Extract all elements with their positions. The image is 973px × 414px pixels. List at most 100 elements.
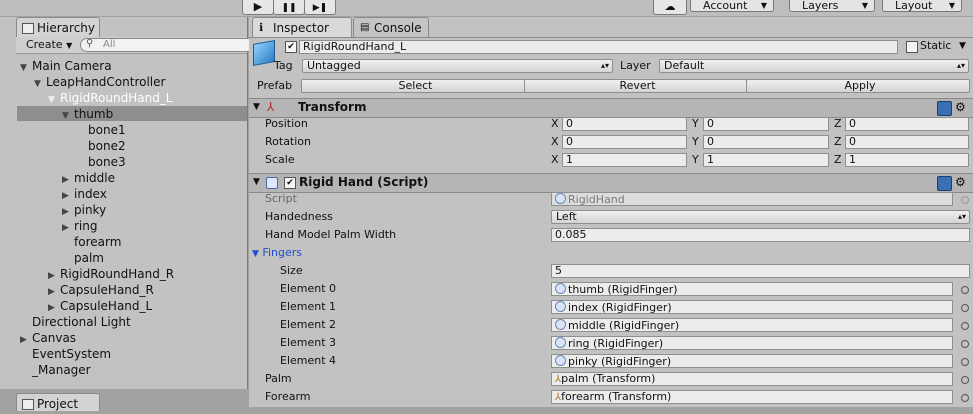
axis-z-label[interactable]: Z [834,135,842,149]
palm-width-label: Hand Model Palm Width [265,228,397,241]
fold-open-icon[interactable]: ▼ [34,76,46,92]
static-dropdown-icon[interactable]: ▼ [959,41,966,51]
rigid-hand-enabled-checkbox[interactable]: ✔ [284,177,296,189]
hierarchy-item-manager[interactable]: _Manager [32,362,91,378]
palm-width-field[interactable]: 0.085 [551,228,970,242]
axis-z-label[interactable]: Z [834,117,842,131]
play-button[interactable]: ▶ [242,0,274,15]
hierarchy-item-bone3[interactable]: bone3 [88,154,126,170]
axis-y-label[interactable]: Y [692,153,699,167]
hierarchy-item-leaphandcontroller[interactable]: ▼ LeapHandController [34,74,165,90]
create-button[interactable]: Create ▼ [22,38,76,52]
handedness-dropdown[interactable]: Left ▴▾ [551,210,970,224]
cloud-button[interactable]: ☁ [653,0,687,15]
fold-open-icon[interactable]: ▼ [20,60,32,76]
rigid-hand-component-header[interactable]: ▼ ✔ Rigid Hand (Script) ⚙ [249,173,973,193]
axis-y-label[interactable]: Y [692,117,699,131]
hierarchy-item-capsulehand-l[interactable]: ▶ CapsuleHand_L [48,298,152,314]
hierarchy-item-rigidroundhand-l[interactable]: ▼ RigidRoundHand_L [48,90,173,106]
help-book-icon[interactable] [937,101,952,116]
account-dropdown[interactable]: Account ▼ [690,0,774,12]
object-picker-icon[interactable] [961,322,969,330]
prefab-revert-button[interactable]: Revert [524,79,747,93]
object-name-input[interactable]: RigidRoundHand_L [299,40,898,54]
hierarchy-item-middle[interactable]: ▶ middle [62,170,115,186]
forearm-field[interactable]: ⅄forearm (Transform) [551,390,953,404]
axis-x-label[interactable]: X [551,153,559,167]
scale-y-field[interactable]: 1 [703,153,829,167]
tab-project[interactable]: Project [16,393,100,411]
hierarchy-item-directional-light[interactable]: Directional Light [32,314,131,330]
fingers-size-field[interactable]: 5 [551,264,970,278]
script-ref-icon [555,319,566,330]
object-picker-icon[interactable] [961,394,969,402]
hierarchy-item-label: ring [74,219,98,233]
position-x-field[interactable]: 0 [562,117,687,131]
hierarchy-item-label: middle [74,171,115,185]
element-0-field[interactable]: thumb (RigidFinger) [551,282,953,296]
rotation-x-field[interactable]: 0 [562,135,687,149]
console-icon: ▤ [360,22,370,33]
prefab-select-button[interactable]: Select [301,79,526,93]
hierarchy-item-bone1[interactable]: bone1 [88,122,126,138]
hierarchy-search-input[interactable]: ⚲ All [80,38,274,52]
layer-dropdown[interactable]: Default ▴▾ [659,59,969,73]
rotation-y-field[interactable]: 0 [703,135,829,149]
palm-field[interactable]: ⅄palm (Transform) [551,372,953,386]
element-3-field[interactable]: ring (RigidFinger) [551,336,953,350]
position-z-field[interactable]: 0 [845,117,969,131]
hierarchy-item-eventsystem[interactable]: EventSystem [32,346,111,362]
pause-button[interactable]: ❚❚ [273,0,305,15]
hierarchy-item-pinky[interactable]: ▶ pinky [62,202,106,218]
hierarchy-item-main-camera[interactable]: ▼ Main Camera [20,58,112,74]
fingers-foldout[interactable]: ▼ Fingers [252,246,302,261]
prefab-apply-button[interactable]: Apply [746,79,970,93]
tab-console[interactable]: ▤ Console [353,17,429,37]
hierarchy-item-ring[interactable]: ▶ ring [62,218,98,234]
rotation-z-field[interactable]: 0 [845,135,969,149]
hierarchy-item-forearm[interactable]: forearm [74,234,121,250]
fold-open-icon[interactable]: ▼ [253,102,260,112]
layers-dropdown[interactable]: Layers ▼ [789,0,875,12]
static-checkbox[interactable] [906,41,918,53]
object-picker-icon[interactable] [961,376,969,384]
help-book-icon[interactable] [937,176,952,191]
object-picker-icon[interactable] [961,340,969,348]
position-y-field[interactable]: 0 [703,117,829,131]
tag-dropdown[interactable]: Untagged ▴▾ [302,59,613,73]
fold-open-icon[interactable]: ▼ [62,108,74,124]
object-picker-icon[interactable] [961,358,969,366]
scale-x-field[interactable]: 1 [562,153,687,167]
fold-open-icon[interactable]: ▼ [253,177,260,187]
fold-open-icon[interactable]: ▼ [48,92,60,108]
gear-icon[interactable]: ⚙ [955,101,966,113]
scale-z-field[interactable]: 1 [845,153,969,167]
element-1-field[interactable]: index (RigidFinger) [551,300,953,314]
axis-x-label[interactable]: X [551,135,559,149]
active-checkbox[interactable]: ✔ [285,41,297,53]
prefab-apply-label: Apply [844,79,876,92]
element-4-field[interactable]: pinky (RigidFinger) [551,354,953,368]
gear-icon[interactable]: ⚙ [955,176,966,188]
hierarchy-item-index[interactable]: ▶ index [62,186,107,202]
axis-x-label[interactable]: X [551,117,559,131]
transform-component-header[interactable]: ▼ ⅄ Transform ⚙ [249,98,973,118]
hierarchy-item-bone2[interactable]: bone2 [88,138,126,154]
object-picker-icon[interactable] [961,286,969,294]
hierarchy-item-palm[interactable]: palm [74,250,104,266]
hierarchy-item-thumb[interactable]: ▼ thumb [62,106,113,122]
layout-label: Layout [895,0,933,12]
step-button[interactable]: ▶❚ [304,0,336,15]
hierarchy-item-rigidroundhand-r[interactable]: ▶ RigidRoundHand_R [48,266,174,282]
tab-inspector[interactable]: ℹ Inspector [252,17,352,37]
object-picker-icon[interactable] [961,304,969,312]
tab-hierarchy[interactable]: Hierarchy [16,17,100,37]
fold-closed-icon[interactable]: ▶ [20,332,32,348]
axis-y-label[interactable]: Y [692,135,699,149]
hierarchy-item-capsulehand-r[interactable]: ▶ CapsuleHand_R [48,282,154,298]
axis-z-label[interactable]: Z [834,153,842,167]
layout-dropdown[interactable]: Layout ▼ [882,0,962,12]
fold-closed-icon[interactable]: ▶ [62,220,74,236]
hierarchy-item-canvas[interactable]: ▶ Canvas [20,330,76,346]
element-2-field[interactable]: middle (RigidFinger) [551,318,953,332]
